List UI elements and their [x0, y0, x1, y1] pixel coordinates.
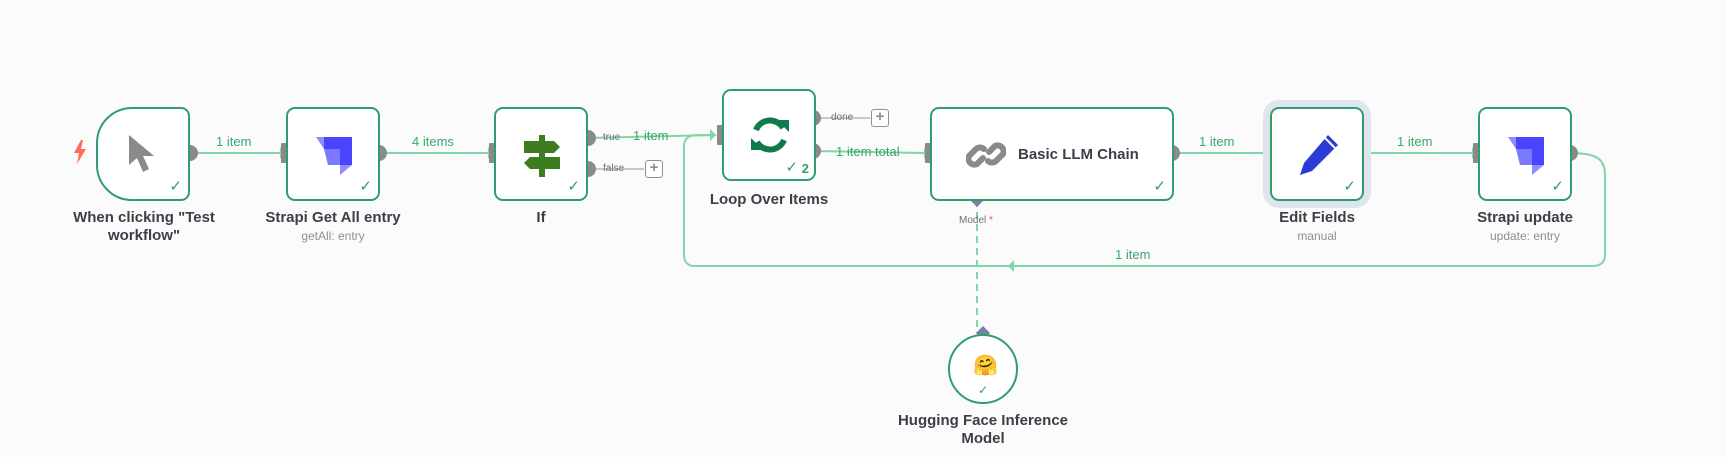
success-check-icon: ✓: [785, 159, 798, 176]
success-check-icon: ✓: [978, 383, 989, 397]
add-node-button-loop-done[interactable]: +: [871, 109, 889, 127]
pencil-icon: [1300, 135, 1338, 175]
success-check-icon: ✓: [169, 178, 182, 195]
node-title-strapi-update: Strapi update: [1477, 209, 1573, 226]
node-title-manual-trigger: When clicking "Test workflow": [73, 209, 215, 244]
edge-label-trigger-to-get: 1 item: [216, 134, 252, 149]
edge-label-get-to-if: 4 items: [412, 134, 454, 149]
node-title-hugging-face: Hugging Face Inference Model: [897, 412, 1069, 447]
success-check-icon: ✓: [1153, 178, 1166, 195]
node-title-loop-over-items: Loop Over Items: [709, 191, 829, 208]
node-edit-fields[interactable]: ✓: [1270, 107, 1364, 201]
success-check-icon: ✓: [359, 178, 372, 195]
edge-label-edit-to-update: 1 item: [1397, 134, 1433, 149]
output-label-done: done: [831, 112, 854, 123]
add-node-button-if-false[interactable]: +: [645, 160, 663, 178]
edge-label-loop-to-llm: 1 item total: [836, 144, 900, 159]
output-label-false: false: [603, 163, 625, 174]
node-title-if: If: [536, 209, 546, 226]
success-check-icon: ✓: [1551, 178, 1564, 195]
edge-label-if-true-to-loop: 1 item: [633, 128, 669, 143]
workflow-canvas[interactable]: ✓ When clicking "Test workflow" ✓ Strapi…: [0, 0, 1726, 457]
edge-label-llm-to-edit: 1 item: [1199, 134, 1235, 149]
node-manual-trigger[interactable]: ✓: [96, 107, 190, 201]
node-title-basic-llm-chain: Basic LLM Chain: [1018, 146, 1139, 163]
node-loop-over-items[interactable]: ✓ 2: [722, 89, 816, 181]
node-basic-llm-chain[interactable]: Basic LLM Chain ✓: [930, 107, 1174, 201]
node-hugging-face-model[interactable]: 🤗 ✓: [948, 334, 1018, 404]
node-subtitle-strapi-update: update: entry: [1489, 229, 1561, 243]
node-subtitle-strapi-get-all: getAll: entry: [301, 229, 365, 243]
model-port-label: Model *: [959, 215, 993, 226]
strapi-icon: [316, 137, 352, 175]
signpost-icon: [524, 135, 560, 177]
node-strapi-get-all[interactable]: ✓: [286, 107, 380, 201]
hugging-face-emoji-icon: 🤗: [973, 355, 998, 377]
strapi-icon: [1508, 137, 1544, 175]
run-count-badge: 2: [801, 161, 809, 176]
success-check-icon: ✓: [1343, 178, 1356, 195]
output-label-true: true: [603, 132, 621, 143]
cursor-arrow-icon: [129, 135, 154, 172]
node-if[interactable]: ✓: [494, 107, 588, 201]
node-title-strapi-get-all: Strapi Get All entry: [265, 209, 401, 226]
lightning-bolt-icon: [74, 140, 86, 164]
success-check-icon: ✓: [567, 178, 580, 195]
node-title-edit-fields: Edit Fields: [1279, 209, 1355, 226]
chain-link-icon: [966, 142, 1006, 168]
node-subtitle-edit-fields: manual: [1297, 229, 1337, 243]
node-strapi-update[interactable]: ✓: [1478, 107, 1572, 201]
refresh-icon: [751, 117, 789, 153]
edge-label-update-back-to-loop: 1 item: [1115, 247, 1151, 262]
